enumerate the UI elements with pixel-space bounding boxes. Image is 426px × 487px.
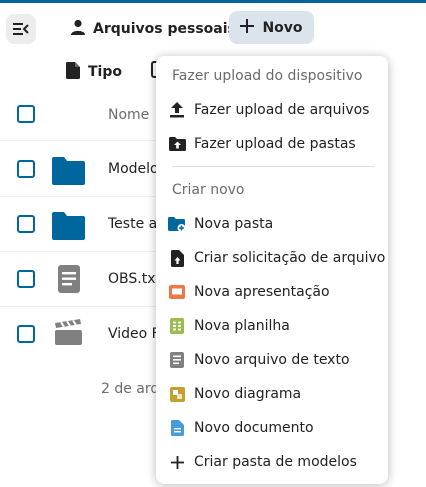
folder-upload-icon xyxy=(168,135,186,153)
menu-item-label: Novo arquivo de texto xyxy=(194,352,350,368)
presentation-icon xyxy=(168,283,186,301)
menu-item-label: Criar pasta de modelos xyxy=(194,454,357,470)
text-file-icon xyxy=(52,264,85,294)
type-filter-button[interactable]: Tipo xyxy=(66,61,122,83)
row-checkbox[interactable] xyxy=(17,160,35,178)
files-summary: 2 de arq xyxy=(101,381,160,397)
spreadsheet-icon xyxy=(168,317,186,335)
menu-item-label: Nova pasta xyxy=(194,216,274,232)
type-filter-label: Tipo xyxy=(88,64,122,80)
new-menu-dropdown: Fazer upload do dispositivo Fazer upload… xyxy=(156,56,388,484)
menu-item-label: Criar solicitação de arquivo xyxy=(194,250,386,266)
file-name[interactable]: Video F xyxy=(108,326,160,342)
breadcrumb-label: Arquivos pessoais xyxy=(93,21,236,37)
menu-item-upload-files[interactable]: Fazer upload de arquivos xyxy=(156,95,388,125)
plus-icon xyxy=(168,453,186,471)
menu-item-label: Nova planilha xyxy=(194,318,290,334)
menu-divider xyxy=(172,166,374,167)
row-divider xyxy=(0,306,158,307)
file-request-icon xyxy=(168,249,186,267)
menu-item-file-request[interactable]: Criar solicitação de arquivo xyxy=(156,243,388,273)
create-section-caption: Criar novo xyxy=(172,182,245,198)
menu-item-new-spreadsheet[interactable]: Nova planilha xyxy=(156,311,388,341)
row-checkbox[interactable] xyxy=(17,325,35,343)
new-button[interactable]: Novo xyxy=(229,11,314,44)
user-icon xyxy=(70,19,86,39)
row-divider xyxy=(0,140,158,141)
new-button-label: Novo xyxy=(262,19,303,36)
sidebar-toggle-button[interactable] xyxy=(6,14,36,44)
breadcrumb[interactable]: Arquivos pessoais xyxy=(70,18,236,40)
menu-item-label: Novo documento xyxy=(194,420,314,436)
diagram-icon xyxy=(168,385,186,403)
folder-icon xyxy=(52,155,85,185)
video-icon xyxy=(52,319,85,349)
upload-section-caption: Fazer upload do dispositivo xyxy=(172,68,363,84)
menu-item-upload-folders[interactable]: Fazer upload de pastas xyxy=(156,129,388,159)
file-icon xyxy=(66,61,80,83)
row-checkbox[interactable] xyxy=(17,270,35,288)
top-accent-bar xyxy=(0,0,426,3)
file-name[interactable]: Modelo xyxy=(108,161,159,177)
menu-item-label: Fazer upload de pastas xyxy=(194,136,356,152)
new-folder-icon xyxy=(168,215,186,233)
menu-item-label: Fazer upload de arquivos xyxy=(194,102,370,118)
row-divider xyxy=(0,251,158,252)
menu-item-label: Novo diagrama xyxy=(194,386,302,402)
row-divider xyxy=(0,196,158,197)
menu-item-label: Nova apresentação xyxy=(194,284,330,300)
select-all-checkbox[interactable] xyxy=(17,105,35,123)
menu-item-new-presentation[interactable]: Nova apresentação xyxy=(156,277,388,307)
file-name[interactable]: OBS.txt xyxy=(108,271,161,287)
menu-collapse-icon xyxy=(13,20,29,39)
plus-icon xyxy=(240,18,255,37)
row-checkbox[interactable] xyxy=(17,215,35,233)
document-icon xyxy=(168,419,186,437)
folder-icon xyxy=(52,210,85,240)
text-file-icon xyxy=(168,351,186,369)
menu-item-new-text-file[interactable]: Novo arquivo de texto xyxy=(156,345,388,375)
menu-item-new-folder[interactable]: Nova pasta xyxy=(156,209,388,239)
upload-icon xyxy=(168,101,186,119)
menu-item-new-diagram[interactable]: Novo diagrama xyxy=(156,379,388,409)
menu-item-new-document[interactable]: Novo documento xyxy=(156,413,388,443)
file-name[interactable]: Teste ar xyxy=(108,216,163,232)
menu-item-create-template-folder[interactable]: Criar pasta de modelos xyxy=(156,447,388,477)
column-header-name[interactable]: Nome xyxy=(108,107,149,123)
